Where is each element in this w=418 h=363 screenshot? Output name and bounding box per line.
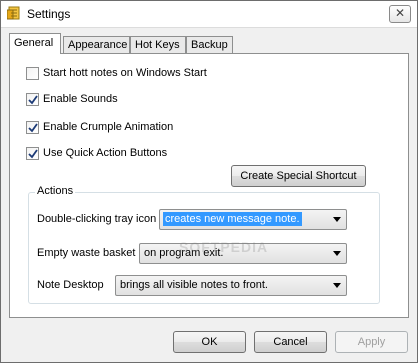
title-bar: Settings ✕ [1, 1, 417, 28]
checkmark-icon [28, 94, 38, 104]
close-icon: ✕ [394, 6, 406, 20]
quick-action-buttons-label: Use Quick Action Buttons [43, 147, 168, 159]
actions-group-title: Actions [35, 185, 76, 197]
crumple-animation-label: Enable Crumple Animation [43, 121, 174, 133]
chevron-down-icon [333, 217, 341, 222]
quick-action-buttons-option[interactable]: Use Quick Action Buttons [26, 145, 167, 161]
settings-window: Settings ✕ General Appearance Hot Keys B… [0, 0, 418, 363]
apply-button[interactable]: Apply [335, 331, 408, 353]
tab-backup[interactable]: Backup [186, 36, 233, 53]
note-desktop-value: brings all visible notes to front. [120, 279, 268, 291]
tab-hot-keys[interactable]: Hot Keys [130, 36, 186, 53]
create-special-shortcut-button[interactable]: Create Special Shortcut [231, 165, 366, 187]
close-button[interactable]: ✕ [389, 5, 411, 23]
enable-sounds-option[interactable]: Enable Sounds [26, 91, 118, 107]
cancel-button[interactable]: Cancel [254, 331, 327, 353]
crumple-animation-option[interactable]: Enable Crumple Animation [26, 119, 173, 135]
chevron-down-icon [333, 251, 341, 256]
start-on-windows-option[interactable]: Start hott notes on Windows Start [26, 65, 207, 81]
start-on-windows-checkbox[interactable] [26, 66, 39, 80]
checkmark-icon [28, 122, 38, 132]
enable-sounds-label: Enable Sounds [43, 93, 118, 105]
tray-double-click-select[interactable]: creates new message note. [159, 209, 347, 230]
watermark: SOFTPEDIA [179, 239, 269, 255]
note-desktop-select[interactable]: brings all visible notes to front. [115, 275, 347, 296]
chevron-down-icon [333, 283, 341, 288]
note-desktop-label: Note Desktop [37, 279, 104, 291]
general-panel: Start hott notes on Windows Start Enable… [9, 53, 409, 318]
crumple-animation-checkbox[interactable] [26, 120, 39, 134]
enable-sounds-checkbox[interactable] [26, 92, 39, 106]
notes-app-icon [6, 6, 21, 22]
ok-button[interactable]: OK [173, 331, 246, 353]
start-on-windows-label: Start hott notes on Windows Start [43, 67, 207, 79]
window-title: Settings [27, 7, 71, 21]
tab-appearance[interactable]: Appearance [63, 36, 130, 53]
tray-double-click-label: Double-clicking tray icon [37, 213, 157, 225]
empty-waste-basket-label: Empty waste basket [37, 247, 136, 259]
tab-general[interactable]: General [9, 33, 61, 54]
tray-double-click-value: creates new message note. [163, 212, 302, 226]
checkmark-icon [28, 148, 38, 158]
quick-action-buttons-checkbox[interactable] [26, 146, 39, 160]
